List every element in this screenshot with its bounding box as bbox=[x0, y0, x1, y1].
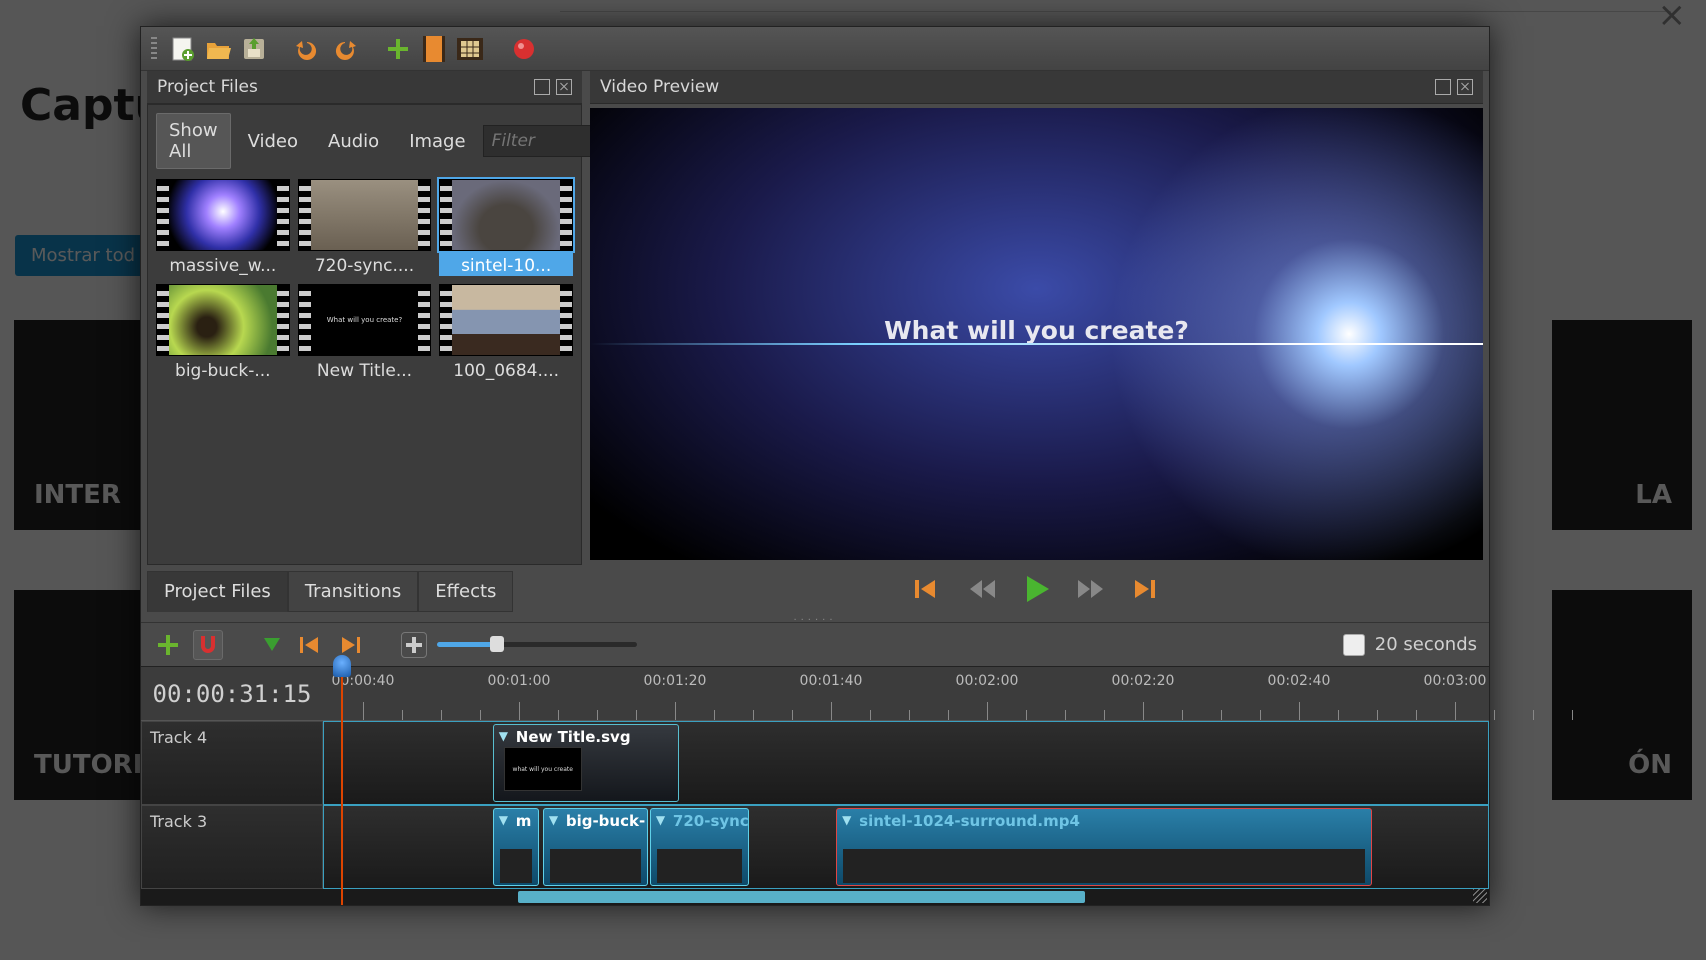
show-all-button[interactable]: Mostrar tod bbox=[15, 235, 151, 276]
playhead[interactable] bbox=[341, 667, 343, 905]
open-file-button[interactable] bbox=[203, 34, 233, 64]
redo-button[interactable] bbox=[329, 34, 359, 64]
add-button[interactable] bbox=[383, 34, 413, 64]
effect-grid-button[interactable] bbox=[455, 34, 485, 64]
zoom-label: 20 seconds bbox=[1375, 634, 1477, 655]
tab-effects[interactable]: Effects bbox=[418, 571, 513, 612]
timeline-ruler[interactable]: 00:00:4000:01:0000:01:2000:01:4000:02:00… bbox=[323, 667, 1489, 720]
track-header[interactable]: Track 4 bbox=[141, 721, 323, 805]
snap-button[interactable] bbox=[193, 630, 223, 660]
filter-show-all[interactable]: Show All bbox=[156, 113, 231, 169]
save-button[interactable] bbox=[239, 34, 269, 64]
filter-audio[interactable]: Audio bbox=[315, 124, 392, 159]
preview-overlay-text: What will you create? bbox=[590, 316, 1483, 345]
video-preview-header: Video Preview bbox=[590, 71, 1483, 104]
track-header[interactable]: Track 3 bbox=[141, 805, 323, 889]
project-file-item[interactable]: 100_0684.... bbox=[439, 284, 573, 381]
timeline: 00:00:31:15 00:00:4000:01:0000:01:2000:0… bbox=[141, 666, 1489, 905]
close-icon[interactable] bbox=[1457, 79, 1473, 95]
project-file-item[interactable]: 720-sync.... bbox=[298, 179, 432, 276]
timeline-clip[interactable]: ▼sintel-1024-surround.mp4 bbox=[836, 808, 1371, 886]
record-button[interactable] bbox=[509, 34, 539, 64]
project-file-item[interactable]: What will you create?New Title... bbox=[298, 284, 432, 381]
project-file-item[interactable]: sintel-10... bbox=[439, 179, 573, 276]
tab-transitions[interactable]: Transitions bbox=[288, 571, 418, 612]
playback-controls bbox=[590, 566, 1483, 612]
center-playhead-button[interactable] bbox=[401, 632, 427, 658]
video-editor-window: Project Files Show All Video Audio Image… bbox=[140, 26, 1490, 906]
timeline-clip[interactable]: ▼New Title.svgwhat will you create bbox=[493, 724, 679, 802]
play-button[interactable] bbox=[1025, 575, 1049, 603]
project-file-item[interactable]: massive_w... bbox=[156, 179, 290, 276]
project-files-panel: Show All Video Audio Image massive_w...7… bbox=[147, 104, 582, 565]
track-lane[interactable]: ▼New Title.svgwhat will you create bbox=[323, 721, 1489, 805]
tab-project-files[interactable]: Project Files bbox=[147, 571, 288, 612]
bp-card: ÓN bbox=[1552, 590, 1692, 800]
effect-strip-button[interactable] bbox=[419, 34, 449, 64]
restore-icon[interactable] bbox=[1435, 79, 1451, 95]
timeline-track: Track 3 ▼m▼big-buck-▼720-sync.mp4 ▼sintel-… bbox=[141, 805, 1489, 889]
project-file-item[interactable]: big-buck-... bbox=[156, 284, 290, 381]
timeline-track: Track 4 ▼New Title.svgwhat will you creat… bbox=[141, 721, 1489, 805]
playhead-time: 00:00:31:15 bbox=[141, 667, 323, 720]
splitter-handle[interactable]: ...... bbox=[141, 612, 1489, 622]
marker-button[interactable] bbox=[257, 630, 287, 660]
timeline-clip[interactable]: ▼720-sync.mp4 bbox=[650, 808, 749, 886]
zoom-slider[interactable] bbox=[437, 642, 637, 647]
grip-icon bbox=[151, 37, 157, 61]
rewind-button[interactable] bbox=[969, 579, 997, 599]
filter-image[interactable]: Image bbox=[396, 124, 478, 159]
restore-icon[interactable] bbox=[534, 79, 550, 95]
new-file-button[interactable] bbox=[167, 34, 197, 64]
timeline-scrollbar[interactable] bbox=[141, 889, 1489, 905]
close-icon[interactable]: × bbox=[1658, 0, 1687, 35]
undo-button[interactable] bbox=[293, 34, 323, 64]
project-files-header: Project Files bbox=[147, 71, 582, 104]
add-track-button[interactable] bbox=[153, 630, 183, 660]
timeline-clip[interactable]: ▼m bbox=[493, 808, 540, 886]
timeline-clip[interactable]: ▼big-buck- bbox=[543, 808, 648, 886]
jump-start-button[interactable] bbox=[915, 578, 941, 600]
track-lane[interactable]: ▼m▼big-buck-▼720-sync.mp4 ▼sintel-1024-su… bbox=[323, 805, 1489, 889]
close-icon[interactable] bbox=[556, 79, 572, 95]
filter-video[interactable]: Video bbox=[235, 124, 311, 159]
bp-card: LA bbox=[1552, 320, 1692, 530]
zoom-level-button[interactable] bbox=[1343, 634, 1365, 656]
forward-button[interactable] bbox=[1077, 579, 1105, 599]
previous-marker-button[interactable] bbox=[297, 630, 327, 660]
main-toolbar bbox=[141, 27, 1489, 71]
video-preview[interactable]: What will you create? bbox=[590, 108, 1483, 560]
resize-grip[interactable] bbox=[1473, 889, 1487, 903]
jump-end-button[interactable] bbox=[1133, 578, 1159, 600]
